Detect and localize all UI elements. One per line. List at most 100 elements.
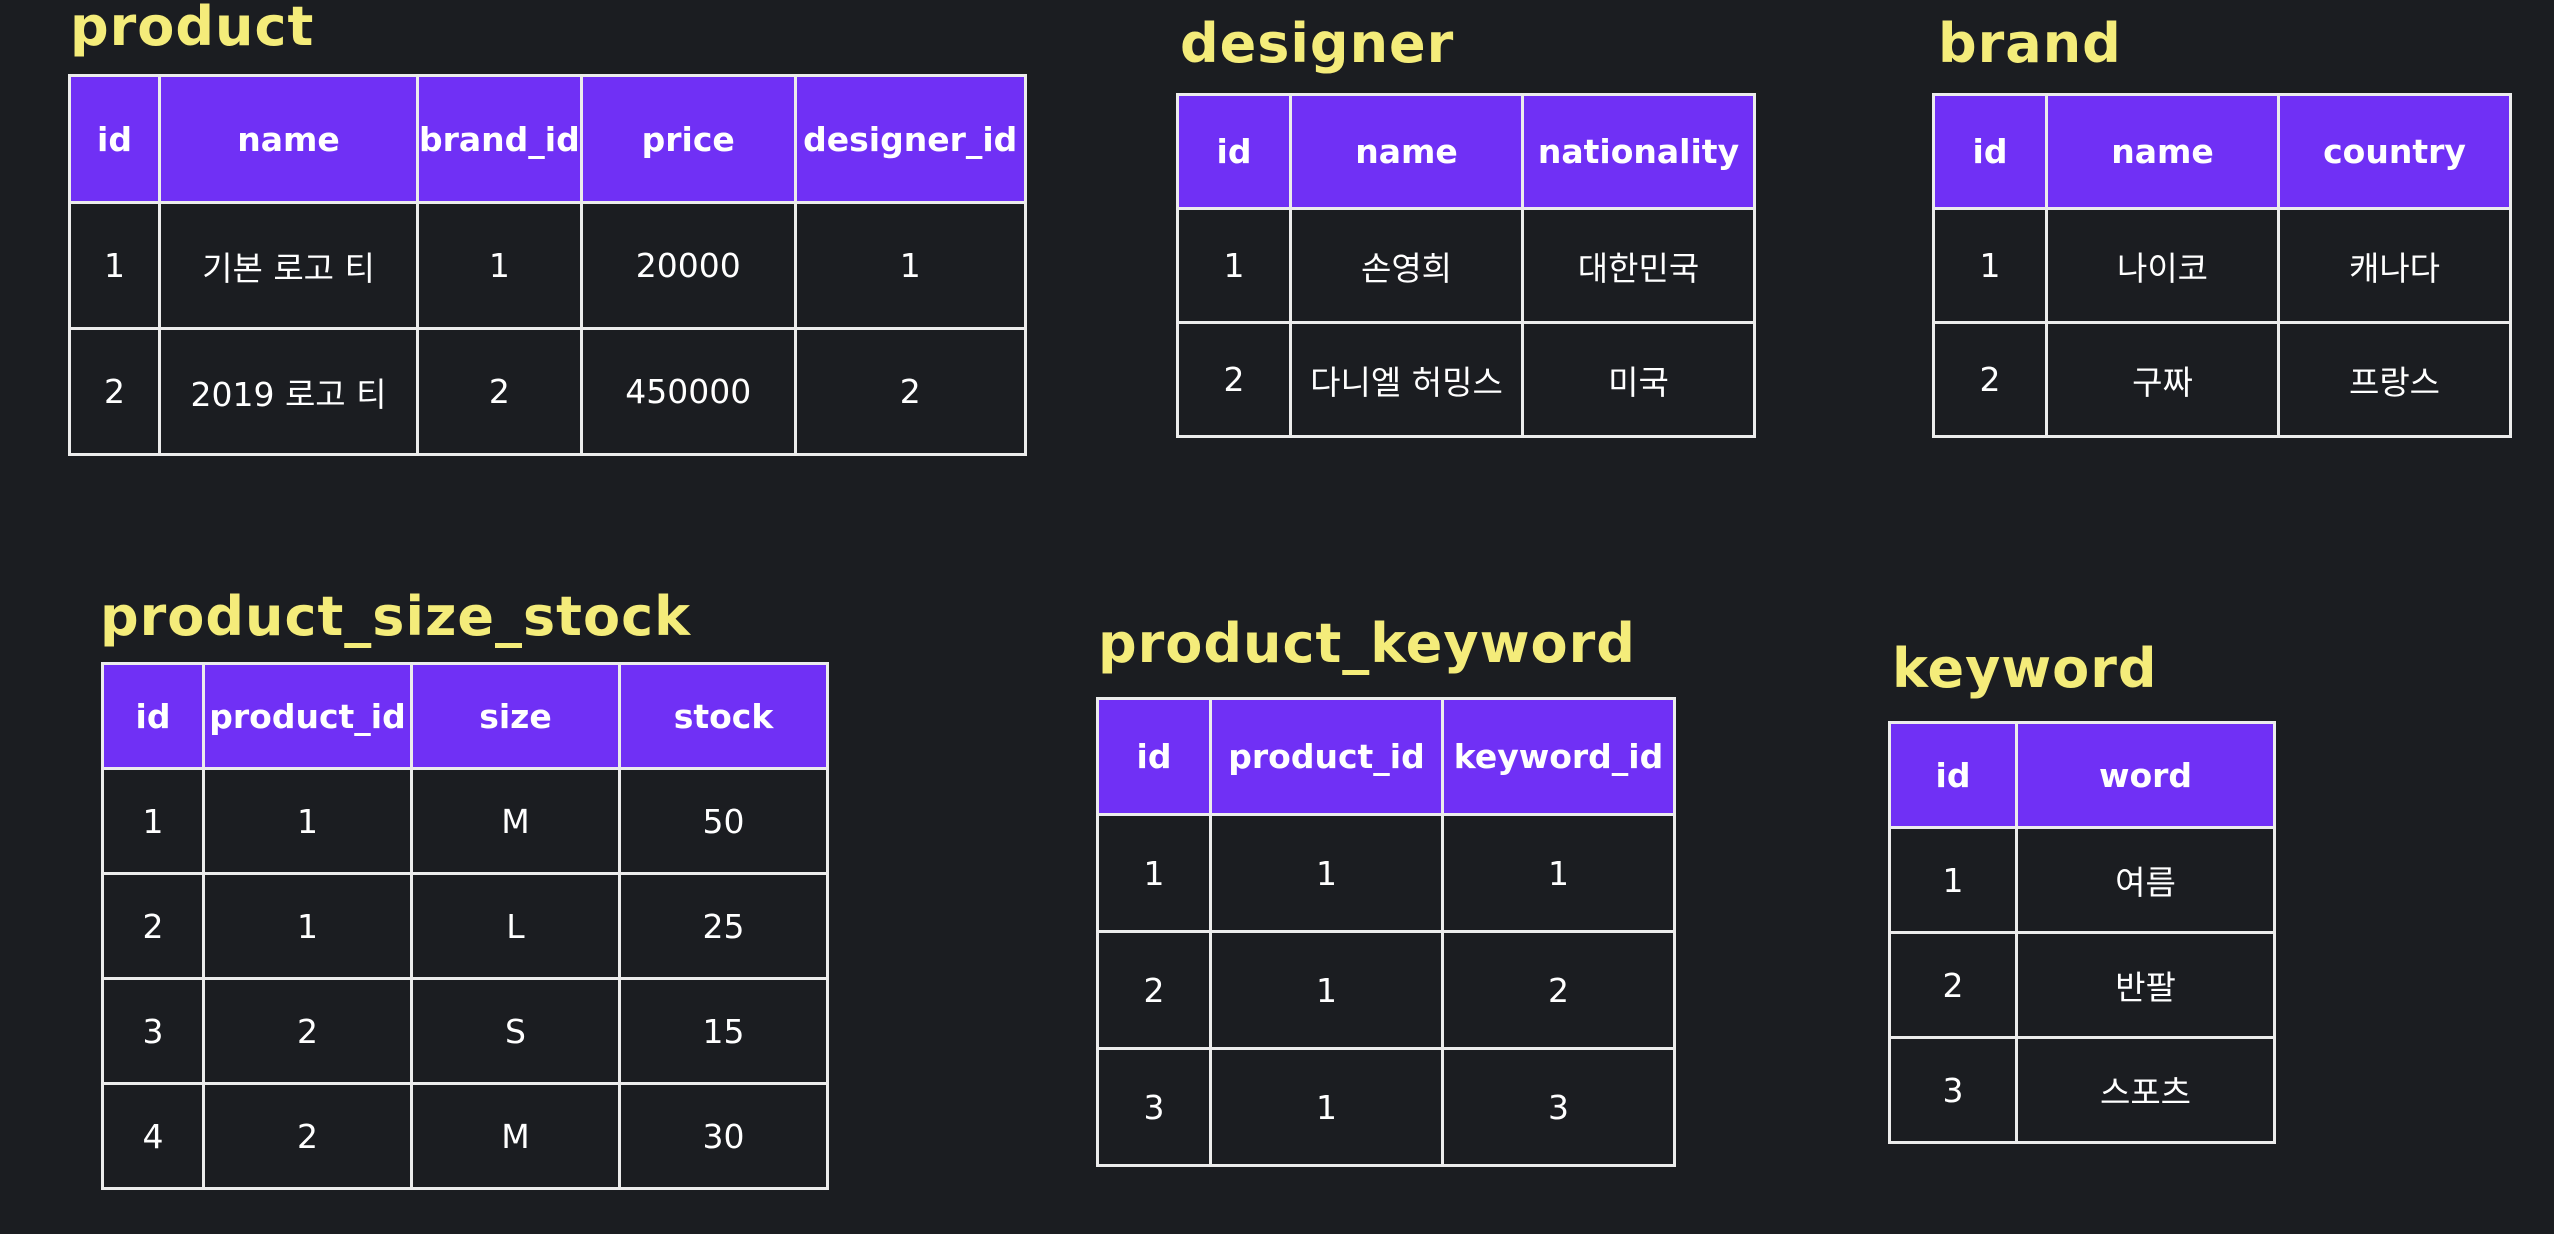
cell-id: 1 xyxy=(101,767,205,875)
product-table-title: product xyxy=(70,0,315,58)
cell-brand-id: 2 xyxy=(416,327,583,456)
table-row: 3 2 S 15 xyxy=(101,977,829,1085)
product-size-stock-table-title: product_size_stock xyxy=(100,585,691,648)
table-row: 1 여름 xyxy=(1888,826,2276,934)
cell-name: 나이코 xyxy=(2045,207,2280,324)
column-header-stock: stock xyxy=(618,662,829,770)
cell-id: 1 xyxy=(1176,207,1292,324)
cell-id: 2 xyxy=(1888,931,2018,1039)
table-row: 2 1 L 25 xyxy=(101,872,829,980)
table-row: 313 xyxy=(1096,1047,1676,1167)
column-header-size: size xyxy=(410,662,621,770)
designer-table-title: designer xyxy=(1180,12,1455,75)
table-row: 2 구짜 프랑스 xyxy=(1932,321,2512,438)
table-row: 1 손영희 대한민국 xyxy=(1176,207,1756,324)
cell-product-id: 1 xyxy=(1209,813,1444,933)
table-row: 2 반팔 xyxy=(1888,931,2276,1039)
brand-table-title: brand xyxy=(1938,12,2122,75)
cell-nationality: 대한민국 xyxy=(1521,207,1756,324)
cell-keyword-id: 1 xyxy=(1441,813,1676,933)
cell-price: 20000 xyxy=(579,201,797,330)
column-header-id: id xyxy=(1932,93,2048,210)
cell-name: 다니엘 허밍스 xyxy=(1289,321,1524,438)
product-size-stock-table: id product_id size stock 1 1 M 50 2 1 L 25 3 2 S 15 4 2 M 3… xyxy=(101,662,829,1190)
keyword-table-title: keyword xyxy=(1892,637,2158,700)
cell-id: 2 xyxy=(101,872,205,980)
cell-id: 1 xyxy=(1888,826,2018,934)
cell-size: M xyxy=(410,1082,621,1190)
cell-keyword-id: 3 xyxy=(1441,1047,1676,1167)
cell-word: 반팔 xyxy=(2015,931,2276,1039)
designer-table: id name nationality 1 손영희 대한민국 2 다니엘 허밍스 미국 xyxy=(1176,93,1756,438)
table-row: 3 스포츠 xyxy=(1888,1036,2276,1144)
cell-size: S xyxy=(410,977,621,1085)
column-header-id: id xyxy=(1176,93,1292,210)
cell-name: 구짜 xyxy=(2045,321,2280,438)
cell-country: 프랑스 xyxy=(2277,321,2512,438)
table-header-row: id word xyxy=(1888,721,2276,829)
cell-product-id: 1 xyxy=(1209,1047,1444,1167)
column-header-country: country xyxy=(2277,93,2512,210)
cell-product-id: 1 xyxy=(1209,930,1444,1050)
cell-name: 기본 로고 티 xyxy=(158,201,419,330)
cell-designer-id: 2 xyxy=(793,327,1027,456)
cell-id: 3 xyxy=(1096,1047,1212,1167)
table-row: 2 2019 로고 티 2 450000 2 xyxy=(68,327,1027,456)
cell-id: 2 xyxy=(1932,321,2048,438)
column-header-price: price xyxy=(579,74,797,204)
cell-word: 여름 xyxy=(2015,826,2276,934)
table-header-row: id product_id size stock xyxy=(101,662,829,770)
brand-table: id name country 1 나이코 캐나다 2 구짜 프랑스 xyxy=(1932,93,2512,438)
cell-id: 2 xyxy=(1096,930,1212,1050)
column-header-product-id: product_id xyxy=(202,662,413,770)
table-row: 1 나이코 캐나다 xyxy=(1932,207,2512,324)
cell-stock: 50 xyxy=(618,767,829,875)
table-row: 4 2 M 30 xyxy=(101,1082,829,1190)
cell-id: 1 xyxy=(1096,813,1212,933)
product-keyword-table-title: product_keyword xyxy=(1098,612,1636,675)
cell-size: L xyxy=(410,872,621,980)
cell-stock: 30 xyxy=(618,1082,829,1190)
table-header-row: id name nationality xyxy=(1176,93,1756,210)
cell-name: 2019 로고 티 xyxy=(158,327,419,456)
cell-keyword-id: 2 xyxy=(1441,930,1676,1050)
table-row: 111 xyxy=(1096,813,1676,933)
column-header-id: id xyxy=(101,662,205,770)
table-header-row: id name brand_id price designer_id xyxy=(68,74,1027,204)
cell-price: 450000 xyxy=(579,327,797,456)
keyword-table: id word 1 여름 2 반팔 3 스포츠 xyxy=(1888,721,2276,1144)
cell-designer-id: 1 xyxy=(793,201,1027,330)
cell-id: 4 xyxy=(101,1082,205,1190)
cell-country: 캐나다 xyxy=(2277,207,2512,324)
column-header-name: name xyxy=(1289,93,1524,210)
column-header-id: id xyxy=(1888,721,2018,829)
column-header-brand-id: brand_id xyxy=(416,74,583,204)
column-header-designer-id: designer_id xyxy=(793,74,1027,204)
cell-id: 2 xyxy=(1176,321,1292,438)
cell-id: 3 xyxy=(1888,1036,2018,1144)
table-row: 1 1 M 50 xyxy=(101,767,829,875)
cell-stock: 25 xyxy=(618,872,829,980)
cell-size: M xyxy=(410,767,621,875)
table-row: 1 기본 로고 티 1 20000 1 xyxy=(68,201,1027,330)
product-table: id name brand_id price designer_id 1 기본 로고 티12… xyxy=(68,74,1027,456)
table-row: 212 xyxy=(1096,930,1676,1050)
cell-product-id: 2 xyxy=(202,1082,413,1190)
cell-nationality: 미국 xyxy=(1521,321,1756,438)
cell-product-id: 1 xyxy=(202,767,413,875)
column-header-id: id xyxy=(1096,697,1212,816)
cell-brand-id: 1 xyxy=(416,201,583,330)
column-header-nationality: nationality xyxy=(1521,93,1756,210)
column-header-product-id: product_id xyxy=(1209,697,1444,816)
cell-id: 1 xyxy=(68,201,161,330)
cell-product-id: 2 xyxy=(202,977,413,1085)
cell-product-id: 1 xyxy=(202,872,413,980)
product-keyword-table: id product_id keyword_id 1 1 1 2 1 2 3 1 3 xyxy=(1096,697,1676,1167)
table-header-row: id product_id keyword_id xyxy=(1096,697,1676,816)
cell-word: 스포츠 xyxy=(2015,1036,2276,1144)
cell-name: 손영희 xyxy=(1289,207,1524,324)
column-header-keyword-id: keyword_id xyxy=(1441,697,1676,816)
table-header-row: id name country xyxy=(1932,93,2512,210)
column-header-word: word xyxy=(2015,721,2276,829)
cell-id: 1 xyxy=(1932,207,2048,324)
